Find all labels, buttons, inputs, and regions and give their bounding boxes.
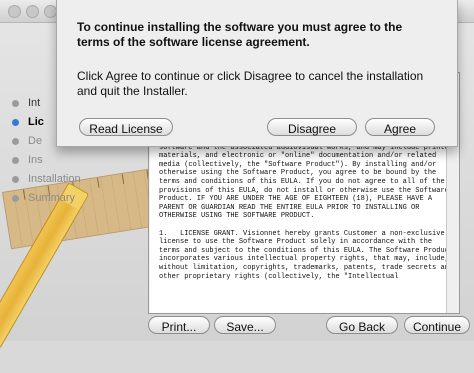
installer-window: Int Lic De Ins Installation Summary soft… [0,0,474,350]
step-todo-icon [12,157,19,164]
step-label: Ins [28,154,43,166]
step-label: Lic [28,116,44,128]
minimize-window-button[interactable] [26,5,39,18]
read-license-button[interactable]: Read License [79,118,173,136]
step-installation-type: Ins [0,151,140,170]
continue-button[interactable]: Continue [404,316,470,334]
step-current-icon [12,119,19,126]
disagree-button[interactable]: Disagree [267,118,357,136]
step-label: Installation [28,173,81,185]
sheet-title: To continue installing the software you … [77,20,403,49]
step-todo-icon [12,176,19,183]
step-label: Summary [28,192,76,204]
print-button[interactable]: Print... [148,316,210,334]
step-done-icon [12,100,19,107]
go-back-button[interactable]: Go Back [326,316,398,334]
step-installation: Installation [0,170,140,189]
agree-button[interactable]: Agree [365,118,435,136]
license-agreement-sheet: To continue installing the software you … [56,0,458,147]
save-button[interactable]: Save... [214,316,276,334]
step-todo-icon [12,195,19,202]
step-label: De [28,135,43,147]
step-label: Int [28,97,41,109]
step-summary: Summary [0,189,140,208]
step-todo-icon [12,138,19,145]
license-text: (collectively the "Customer"), which pro… [159,135,454,281]
close-window-button[interactable] [8,5,21,18]
sheet-message: Click Agree to continue or click Disagre… [77,69,424,98]
